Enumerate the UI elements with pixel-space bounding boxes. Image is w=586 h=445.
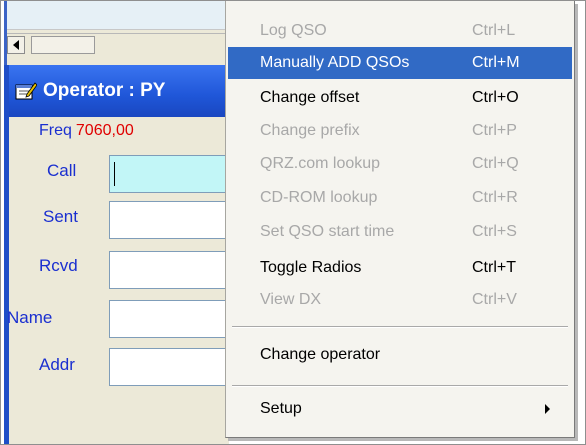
- menu-item-manually-add-qsos[interactable]: Manually ADD QSOs Ctrl+M: [228, 47, 572, 79]
- operator-window: Operator : PY Freq 7060,00 Call Sent Rcvd…: [4, 65, 233, 444]
- menu-item-shortcut: Ctrl+L: [472, 22, 516, 39]
- notepad-icon: [15, 80, 38, 102]
- menu-item-log-qso[interactable]: Log QSO Ctrl+L: [228, 15, 572, 47]
- menu-item-shortcut: Ctrl+V: [472, 291, 517, 308]
- menu-item-qrz-lookup[interactable]: QRZ.com lookup Ctrl+Q: [228, 148, 572, 180]
- sent-input[interactable]: [109, 201, 233, 239]
- call-input[interactable]: [109, 155, 233, 193]
- rcvd-input[interactable]: [109, 251, 233, 289]
- arrow-left-icon: [13, 40, 19, 50]
- frequency-row: Freq 7060,00: [39, 122, 134, 140]
- freq-value: 7060,00: [75, 122, 134, 139]
- menu-item-change-operator[interactable]: Change operator: [228, 339, 572, 371]
- rcvd-label: Rcvd: [39, 256, 78, 275]
- menu-item-toggle-radios[interactable]: Toggle Radios Ctrl+T: [228, 252, 572, 284]
- name-label: Name: [7, 308, 53, 327]
- menu-item-change-offset[interactable]: Change offset Ctrl+O: [228, 82, 572, 114]
- menu-item-cdrom-lookup[interactable]: CD-ROM lookup Ctrl+R: [228, 182, 572, 214]
- menu-item-shortcut: Ctrl+P: [472, 122, 517, 139]
- menu-item-label: Change offset: [260, 89, 360, 106]
- scroll-thumb[interactable]: [31, 36, 95, 54]
- menu-item-set-qso-start-time[interactable]: Set QSO start time Ctrl+S: [228, 216, 572, 248]
- menu-item-shortcut: Ctrl+Q: [472, 155, 519, 172]
- addr-label: Addr: [39, 355, 75, 374]
- submenu-arrow-icon: [545, 404, 550, 414]
- horizontal-scrollbar[interactable]: [7, 33, 225, 56]
- menu-item-label: Change prefix: [260, 122, 360, 139]
- menu-item-label: QRZ.com lookup: [260, 155, 381, 172]
- menu-separator: [232, 385, 568, 387]
- log-grid: [7, 1, 227, 30]
- menu-separator: [232, 326, 568, 328]
- context-menu: Log QSO Ctrl+L Manually ADD QSOs Ctrl+M …: [225, 1, 575, 438]
- menu-item-label: CD-ROM lookup: [260, 189, 378, 206]
- menu-item-change-prefix[interactable]: Change prefix Ctrl+P: [228, 115, 572, 147]
- menu-item-label: Change operator: [260, 346, 381, 363]
- menu-item-shortcut: Ctrl+M: [472, 54, 520, 71]
- call-label: Call: [47, 161, 77, 180]
- menu-item-shortcut: Ctrl+S: [472, 223, 517, 240]
- operator-titlebar[interactable]: Operator : PY: [9, 65, 233, 117]
- menu-item-label: View DX: [260, 291, 322, 308]
- name-input[interactable]: [109, 300, 233, 338]
- menu-item-setup[interactable]: Setup: [228, 393, 572, 425]
- menu-item-shortcut: Ctrl+O: [472, 89, 519, 106]
- menu-item-label: Set QSO start time: [260, 223, 395, 240]
- freq-label: Freq: [39, 122, 72, 139]
- menu-item-label: Toggle Radios: [260, 259, 362, 276]
- sent-label: Sent: [43, 207, 78, 226]
- menu-item-view-dx[interactable]: View DX Ctrl+V: [228, 284, 572, 316]
- scroll-left-button[interactable]: [7, 36, 25, 54]
- text-caret: [114, 162, 115, 186]
- menu-item-label: Setup: [260, 400, 302, 417]
- menu-item-shortcut: Ctrl+T: [472, 259, 516, 276]
- menu-item-label: Log QSO: [260, 22, 327, 39]
- screenshot-frame: Operator : PY Freq 7060,00 Call Sent Rcvd…: [0, 0, 586, 445]
- addr-input[interactable]: [109, 348, 233, 386]
- menu-item-shortcut: Ctrl+R: [472, 189, 518, 206]
- operator-window-title: Operator : PY: [43, 80, 166, 101]
- menu-item-label: Manually ADD QSOs: [260, 54, 410, 71]
